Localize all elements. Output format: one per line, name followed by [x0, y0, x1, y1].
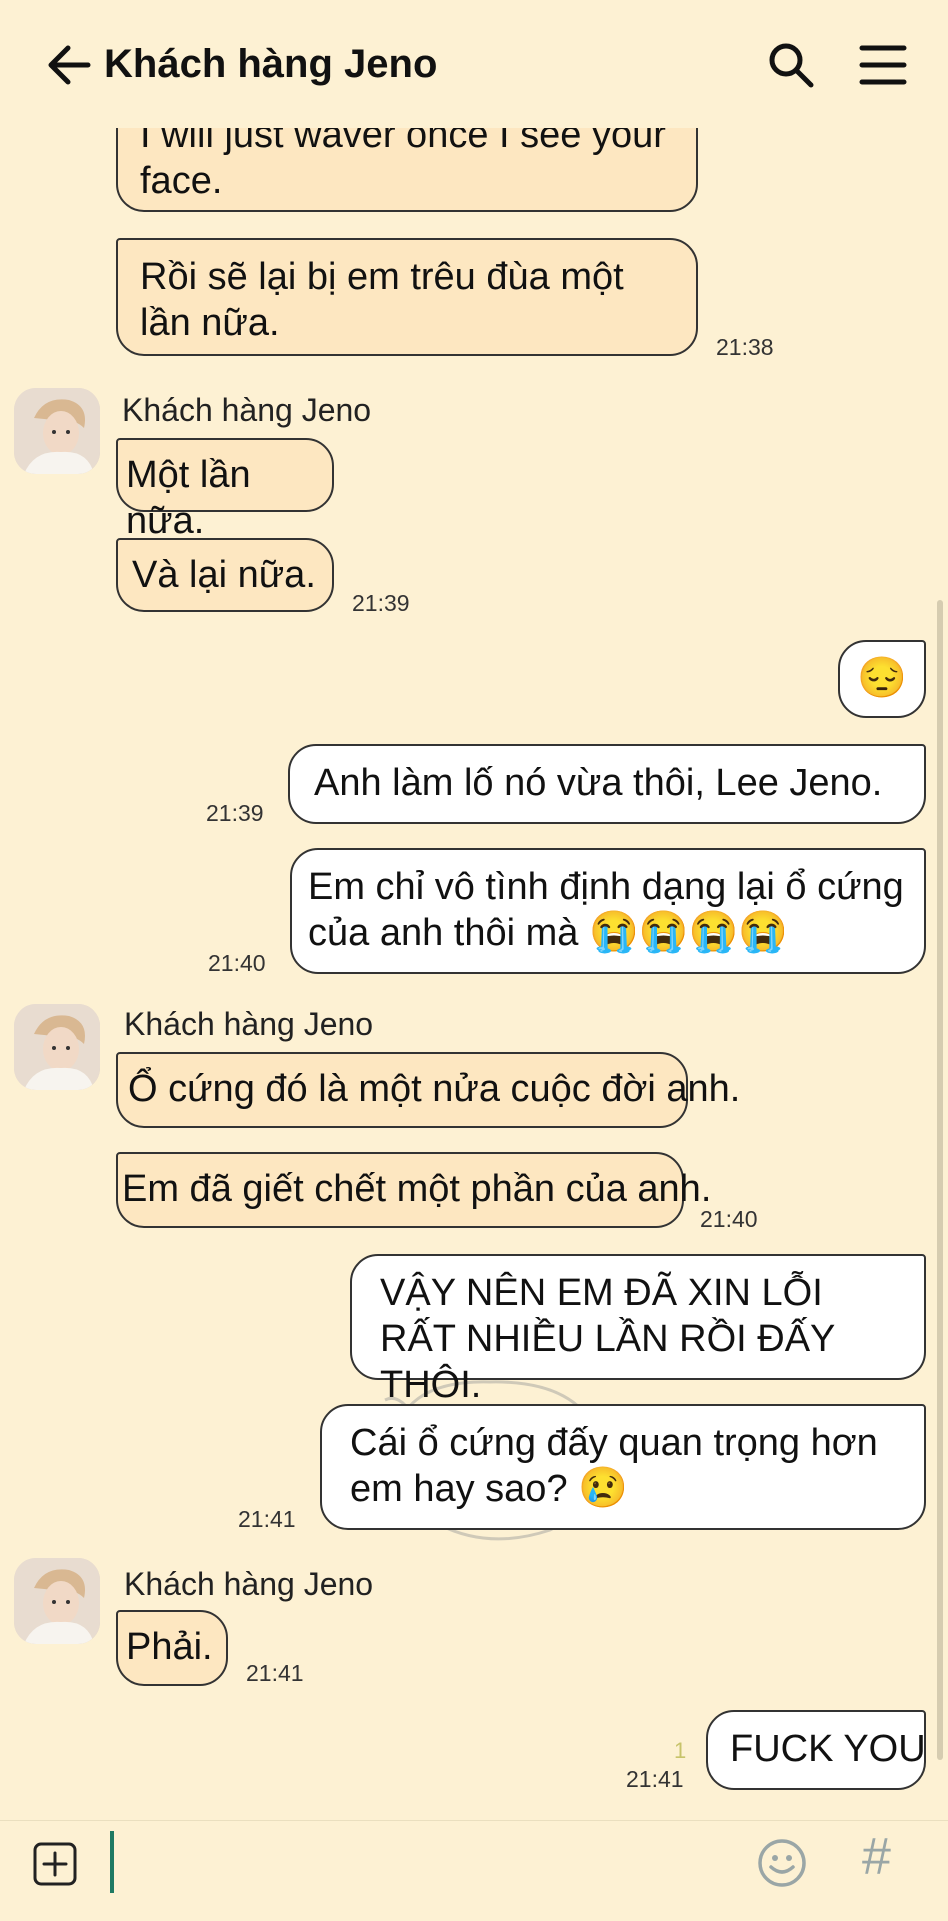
smiley-icon[interactable] [756, 1837, 808, 1889]
chat-title: Khách hàng Jeno [104, 42, 438, 86]
hamburger-menu-icon[interactable] [858, 42, 908, 88]
message-input[interactable] [110, 1831, 114, 1893]
message-time: 21:41 [246, 1660, 304, 1686]
message-time: 21:41 [626, 1766, 684, 1792]
chat-area[interactable]: I will just waver once I see your face. … [0, 0, 948, 1820]
message-text: Phải. [126, 1626, 213, 1668]
message-text: Ổ cứng đó là một nửa cuộc đời anh. [128, 1068, 741, 1110]
message-bubble[interactable]: Cái ổ cứng đấy quan trọng hơn em hay sao… [320, 1404, 926, 1530]
scrollbar[interactable] [937, 600, 943, 1760]
contact-name: Khách hàng Jeno [124, 1006, 374, 1042]
message-bubble[interactable]: VẬY NÊN EM ĐÃ XIN LỖI RẤT NHIỀU LẦN RỒI … [350, 1254, 926, 1406]
avatar-photo-icon [14, 388, 100, 474]
emoji-crying: 😭😭😭😭 [588, 910, 789, 954]
message-bubble[interactable]: Anh làm lố nó vừa thôi, Lee Jeno. [288, 744, 926, 824]
message-text: Một lần nữa. [126, 454, 251, 542]
message-time: 21:40 [700, 1206, 758, 1232]
message-bubble[interactable]: 😔 [838, 640, 926, 718]
contact-avatar[interactable] [14, 388, 100, 474]
back-arrow-icon[interactable] [44, 40, 94, 90]
search-icon[interactable] [766, 40, 816, 90]
message-time: 21:38 [716, 334, 774, 360]
contact-avatar[interactable] [14, 1004, 100, 1090]
message-bubble[interactable]: FUCK YOU [706, 1710, 926, 1790]
hash-icon[interactable]: # [862, 1827, 891, 1887]
message-bubble[interactable]: Em chỉ vô tình định dạng lại ổ cứng của … [290, 848, 926, 974]
message-bubble[interactable]: Một lần nữa. [116, 438, 334, 542]
message-time: 21:39 [352, 590, 410, 616]
message-text: Và lại nữa. [132, 554, 316, 596]
message-bubble[interactable]: Và lại nữa. [116, 538, 334, 612]
message-time: 21:41 [238, 1506, 296, 1532]
message-bubble[interactable]: Phải. [116, 1610, 228, 1686]
contact-name: Khách hàng Jeno [124, 1566, 374, 1602]
message-text: Em đã giết chết một phần của anh. [122, 1168, 712, 1210]
message-text: Anh làm lố nó vừa thôi, Lee Jeno. [314, 762, 883, 804]
contact-avatar[interactable] [14, 1558, 100, 1644]
emoji-sad-tear: 😢 [578, 1466, 628, 1510]
avatar-photo-icon [14, 1558, 100, 1644]
message-bubble[interactable]: Rồi sẽ lại bị em trêu đùa một lần nữa. [116, 238, 698, 356]
message-bubble[interactable]: Em đã giết chết một phần của anh. [116, 1152, 711, 1228]
chat-header: Khách hàng Jeno [0, 0, 948, 128]
message-text: FUCK YOU [730, 1728, 926, 1770]
message-input-bar: # [0, 1820, 948, 1921]
message-text: Rồi sẽ lại bị em trêu đùa một lần nữa. [140, 256, 624, 344]
message-time: 21:39 [206, 800, 264, 826]
add-square-icon[interactable] [32, 1841, 78, 1887]
read-count: 1 [674, 1738, 687, 1763]
emoji-pensive: 😔 [857, 656, 907, 700]
contact-name: Khách hàng Jeno [122, 392, 372, 428]
message-bubble[interactable]: Ổ cứng đó là một nửa cuộc đời anh. [116, 1052, 740, 1128]
avatar-photo-icon [14, 1004, 100, 1090]
message-time: 21:40 [208, 950, 266, 976]
